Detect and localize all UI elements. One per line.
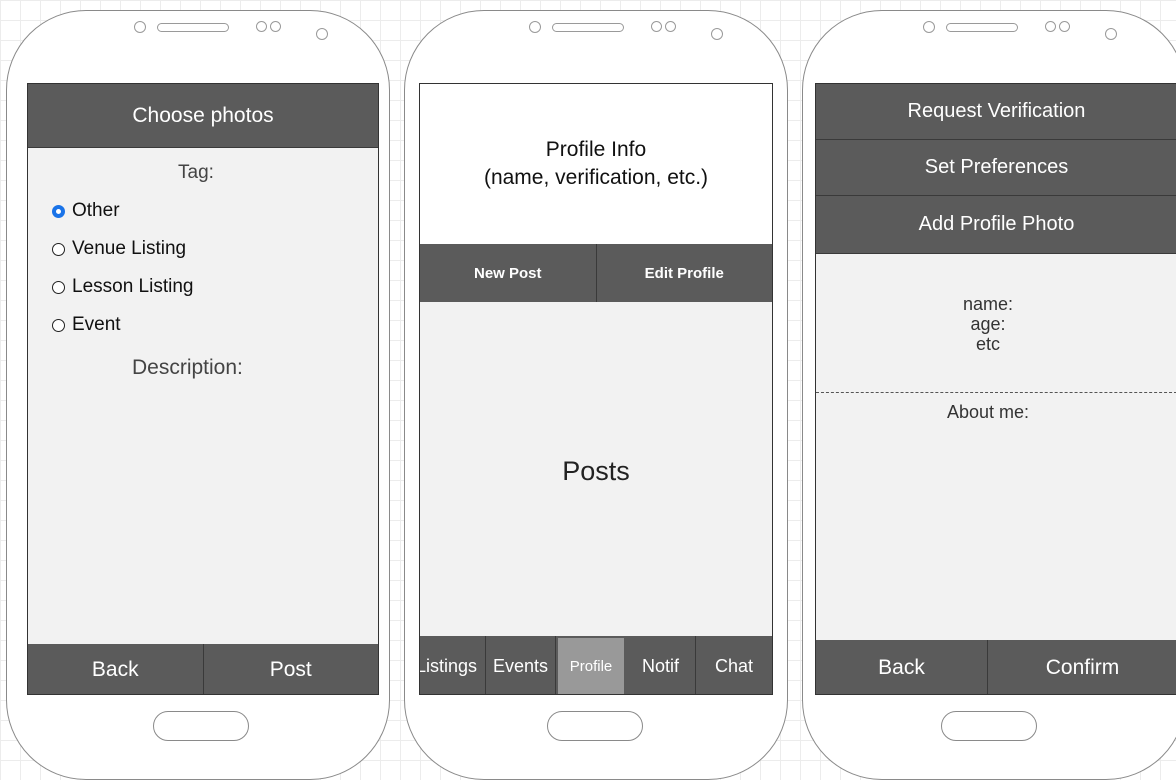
phone-frame-profile: Profile Info (name, verification, etc.) … [404,10,788,780]
back-button[interactable]: Back [28,644,204,694]
request-verification-button[interactable]: Request Verification [816,84,1176,140]
front-camera-icon [134,21,146,33]
set-preferences-button[interactable]: Set Preferences [816,140,1176,196]
radio-checked-icon [52,204,65,218]
profile-action-bar: New Post Edit Profile [420,244,772,302]
speaker-grille-icon [157,23,229,32]
sensor-icon [270,21,281,32]
sensor-icon [665,21,676,32]
nav-tab-listings[interactable]: Listings [420,636,486,694]
tag-label: Tag: [178,162,214,183]
radio-label: Other [72,200,120,221]
radio-option-lesson-listing[interactable]: Lesson Listing [52,268,193,306]
sensor-icon [651,21,662,32]
nav-tab-notif[interactable]: Notif [626,636,696,694]
profile-fields: name: age: etc [816,294,1160,354]
nav-tab-profile[interactable]: Profile [556,636,626,694]
screen-edit-profile: Request Verification Set Preferences Add… [815,83,1176,695]
sensor-icon [711,28,723,40]
phone-frame-edit-profile: Request Verification Set Preferences Add… [802,10,1176,780]
age-field-label: age: [970,314,1006,334]
sensor-icon [316,28,328,40]
bottom-action-bar: Back Post [28,644,378,694]
tag-radio-group: Other Venue Listing Lesson Listing Event [52,192,193,344]
description-label: Description: [132,356,243,379]
bottom-nav-bar: Listings Events Profile Notif Chat [420,636,772,694]
phone-frame-create-post: Choose photos Tag: Other Venue Listing L… [6,10,390,780]
radio-unchecked-icon [52,318,65,332]
choose-photos-button[interactable]: Choose photos [28,84,378,148]
bottom-action-bar: Back Confirm [816,640,1176,694]
posts-label: Posts [562,456,630,486]
nav-tab-chat[interactable]: Chat [696,636,772,694]
edit-profile-button[interactable]: Edit Profile [596,244,772,302]
confirm-button[interactable]: Confirm [988,640,1176,694]
profile-info-subtitle: (name, verification, etc.) [483,166,709,189]
screen-create-post: Choose photos Tag: Other Venue Listing L… [27,83,379,695]
radio-option-venue-listing[interactable]: Venue Listing [52,230,193,268]
speaker-grille-icon [946,23,1018,32]
sensor-icon [256,21,267,32]
home-button[interactable] [941,711,1037,741]
about-me-label: About me: [946,402,1030,422]
speaker-grille-icon [552,23,624,32]
sensor-icon [1045,21,1056,32]
profile-info-panel: Profile Info (name, verification, etc.) [420,84,772,245]
radio-option-other[interactable]: Other [52,192,193,230]
new-post-button[interactable]: New Post [420,244,597,302]
radio-label: Venue Listing [72,238,187,259]
radio-option-event[interactable]: Event [52,306,193,344]
section-divider [816,392,1176,393]
name-field-label: name: [962,294,1014,314]
radio-unchecked-icon [52,280,65,294]
add-profile-photo-button[interactable]: Add Profile Photo [816,196,1176,254]
front-camera-icon [923,21,935,33]
screen-profile: Profile Info (name, verification, etc.) … [419,83,773,695]
back-button[interactable]: Back [816,640,988,694]
radio-label: Lesson Listing [72,276,194,297]
front-camera-icon [529,21,541,33]
home-button[interactable] [153,711,249,741]
radio-label: Event [72,314,121,335]
etc-field-label: etc [975,334,1000,354]
nav-tab-events[interactable]: Events [486,636,556,694]
profile-info-title: Profile Info [545,138,647,161]
sensor-icon [1059,21,1070,32]
post-button[interactable]: Post [203,644,378,694]
radio-unchecked-icon [52,242,65,256]
home-button[interactable] [547,711,643,741]
sensor-icon [1105,28,1117,40]
